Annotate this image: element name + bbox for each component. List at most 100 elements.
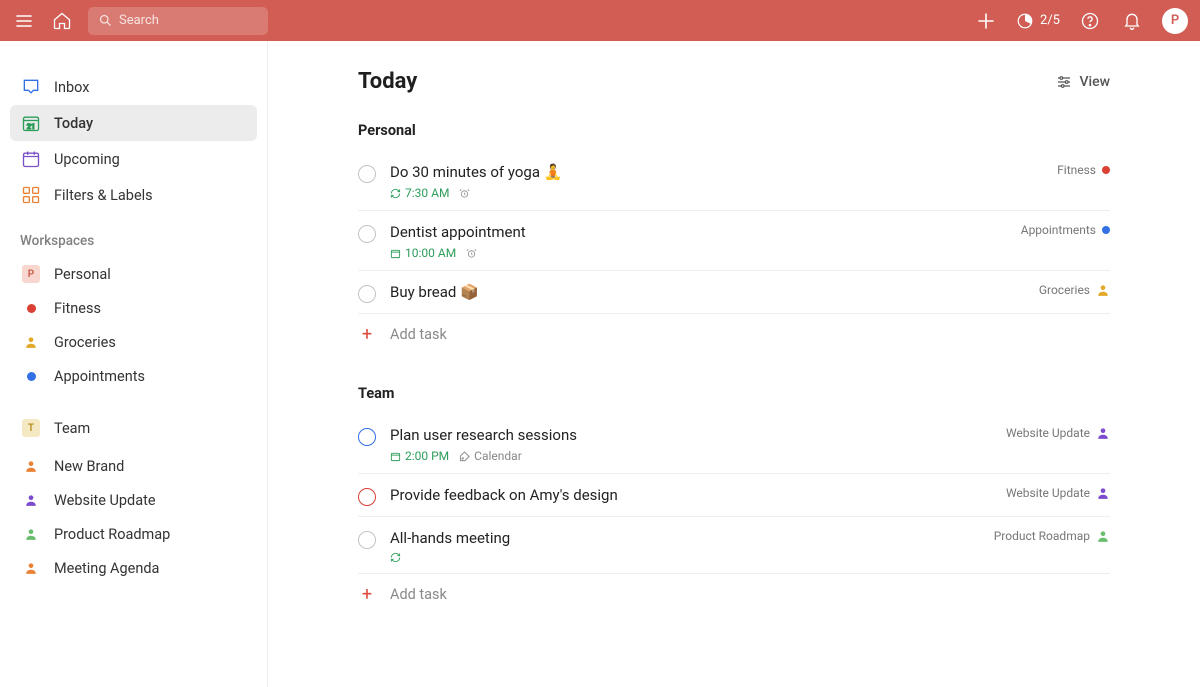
home-icon [52, 11, 72, 31]
task-project-name: Appointments [1021, 223, 1096, 237]
nav-item-today[interactable]: 21Today [10, 105, 257, 141]
usage-indicator[interactable]: 2/5 [1016, 12, 1060, 30]
task-recurring [390, 552, 401, 563]
task-project-name: Groceries [1039, 283, 1090, 297]
quick-add-button[interactable] [974, 9, 998, 33]
task-body: Dentist appointment10:00 AM [390, 223, 1007, 260]
nav-label: Filters & Labels [54, 187, 153, 204]
task-row[interactable]: Plan user research sessions2:00 PMCalend… [358, 414, 1110, 474]
plus-icon [976, 11, 996, 31]
task-section-personal: Personal Do 30 minutes of yoga 🧘 7:30 AM Fi… [358, 122, 1110, 355]
task-checkbox[interactable] [358, 488, 376, 506]
task-meta: 10:00 AM [390, 246, 1007, 260]
task-project[interactable]: Product Roadmap [994, 529, 1110, 543]
nav-label: Upcoming [54, 151, 120, 168]
task-due: 10:00 AM [390, 246, 456, 260]
avatar-initial: P [1171, 13, 1179, 28]
task-title: Provide feedback on Amy's design [390, 486, 992, 504]
notifications-button[interactable] [1120, 9, 1144, 33]
task-project-name: Fitness [1057, 163, 1096, 177]
task-right: Website Update [1006, 426, 1110, 440]
help-icon [1080, 11, 1100, 31]
topbar: Search 2/5 P [0, 0, 1200, 41]
workspace-label: Appointments [54, 368, 145, 385]
task-row[interactable]: Provide feedback on Amy's design Website … [358, 474, 1110, 517]
workspace-item-appointments[interactable]: Appointments [10, 359, 257, 393]
task-checkbox[interactable] [358, 531, 376, 549]
add-task-button[interactable]: + Add task [358, 314, 1110, 355]
workspace-item-website-update[interactable]: Website Update [10, 483, 257, 517]
nav-item-inbox[interactable]: Inbox [10, 69, 257, 105]
workspace-label: Fitness [54, 300, 101, 317]
today-icon: 21 [20, 112, 42, 134]
task-project[interactable]: Website Update [1006, 486, 1110, 500]
task-label: Calendar [459, 449, 522, 463]
main-header: Today View [358, 69, 1110, 94]
home-button[interactable] [50, 9, 74, 33]
task-checkbox[interactable] [358, 165, 376, 183]
workspace-item-groceries[interactable]: Groceries [10, 325, 257, 359]
workspace-item-fitness[interactable]: Fitness [10, 291, 257, 325]
task-project[interactable]: Groceries [1039, 283, 1110, 297]
task-project[interactable]: Fitness [1057, 163, 1110, 177]
workspace-icon [20, 557, 42, 579]
workspace-icon [20, 523, 42, 545]
task-row[interactable]: Buy bread 📦 Groceries [358, 271, 1110, 314]
task-title: All-hands meeting [390, 529, 980, 547]
workspace-item-meeting-agenda[interactable]: Meeting Agenda [10, 551, 257, 585]
nav-label: Inbox [54, 79, 89, 96]
add-task-button[interactable]: +Add task [358, 574, 1110, 615]
hamburger-icon [14, 11, 34, 31]
task-reminder [459, 188, 470, 199]
section-title: Personal [358, 122, 1110, 139]
task-body: All-hands meeting [390, 529, 980, 563]
workspace-item-personal[interactable]: PPersonal [10, 257, 257, 291]
workspace-label: Personal [54, 266, 111, 283]
task-row[interactable]: Do 30 minutes of yoga 🧘 7:30 AM Fitness [358, 151, 1110, 211]
task-right: Appointments [1021, 223, 1110, 237]
task-project[interactable]: Appointments [1021, 223, 1110, 237]
task-project[interactable]: Website Update [1006, 426, 1110, 440]
workspace-icon [20, 489, 42, 511]
task-meta: 7:30 AM [390, 186, 1043, 200]
task-row[interactable]: All-hands meeting Product Roadmap [358, 517, 1110, 574]
view-button[interactable]: View [1056, 74, 1111, 90]
workspace-label: New Brand [54, 458, 124, 475]
workspace-icon [20, 331, 42, 353]
task-right: Website Update [1006, 486, 1110, 500]
nav-item-upcoming[interactable]: Upcoming [10, 141, 257, 177]
workspace-label: Meeting Agenda [54, 560, 159, 577]
task-checkbox[interactable] [358, 225, 376, 243]
topbar-left: Search [12, 7, 268, 35]
task-body: Buy bread 📦 [390, 283, 1025, 301]
workspace-item-new-brand[interactable]: New Brand [10, 449, 257, 483]
nav-item-filters-labels[interactable]: Filters & Labels [10, 177, 257, 213]
task-project-name: Website Update [1006, 486, 1090, 500]
workspace-label: Product Roadmap [54, 526, 170, 543]
plus-icon: + [358, 324, 376, 345]
workspace-icon: T [20, 417, 42, 439]
grid-icon [20, 184, 42, 206]
workspace-item-team[interactable]: T Team [10, 411, 257, 445]
upcoming-icon [20, 148, 42, 170]
workspace-item-product-roadmap[interactable]: Product Roadmap [10, 517, 257, 551]
add-task-label: Add task [390, 326, 447, 343]
task-body: Provide feedback on Amy's design [390, 486, 992, 504]
avatar[interactable]: P [1162, 8, 1188, 34]
workspace-label: Groceries [54, 334, 116, 351]
workspace-label: Team [54, 420, 90, 437]
task-title: Do 30 minutes of yoga 🧘 [390, 163, 1043, 181]
task-project-name: Product Roadmap [994, 529, 1090, 543]
menu-button[interactable] [12, 9, 36, 33]
progress-icon [1016, 12, 1034, 30]
task-project-name: Website Update [1006, 426, 1090, 440]
task-right: Groceries [1039, 283, 1110, 297]
search-input[interactable]: Search [88, 7, 268, 35]
task-reminder [466, 248, 477, 259]
task-checkbox[interactable] [358, 428, 376, 446]
help-button[interactable] [1078, 9, 1102, 33]
task-row[interactable]: Dentist appointment10:00 AM Appointments [358, 211, 1110, 271]
task-checkbox[interactable] [358, 285, 376, 303]
task-body: Plan user research sessions2:00 PMCalend… [390, 426, 992, 463]
add-task-label: Add task [390, 586, 447, 603]
